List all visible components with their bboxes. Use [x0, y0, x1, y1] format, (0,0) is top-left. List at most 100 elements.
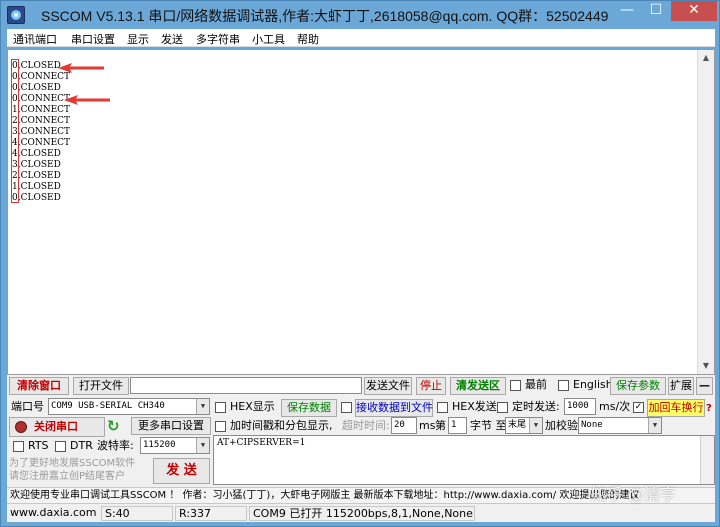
status-received-count: R:337 [175, 506, 247, 521]
receive-line: 0,CONNECT [12, 94, 71, 104]
send-scrollbar[interactable] [700, 436, 714, 484]
receive-line: 0,CLOSED [12, 193, 61, 203]
menu-display[interactable]: 显示 [127, 31, 149, 47]
port-status-icon [15, 421, 27, 433]
status-bar: www.daxia.com S:40 R:337 COM9 已打开 115200… [7, 503, 715, 522]
receive-scrollbar[interactable]: ▲ ▼ [697, 50, 714, 374]
baud-select[interactable]: 115200 ▼ [140, 437, 210, 454]
file-path-input[interactable] [130, 377, 362, 394]
hex-send-label: HEX发送 [452, 400, 497, 413]
hex-send-checkbox[interactable] [437, 402, 448, 413]
checksum-label: 加校验 [545, 419, 578, 432]
dropdown-arrow-icon[interactable]: ▼ [196, 438, 209, 453]
menu-multi-string[interactable]: 多字符串 [196, 31, 240, 47]
dropdown-arrow-icon[interactable]: ▼ [648, 418, 661, 433]
promo-line-1: 为了更好地发展SSCOM软件 [9, 458, 136, 469]
add-crlf-checkbox[interactable]: ✓ [633, 402, 644, 413]
port-value: COM9 USB-SERIAL CH340 [51, 401, 165, 411]
annotation-arrow-icon [64, 95, 110, 105]
menu-serial-settings[interactable]: 串口设置 [71, 31, 115, 47]
add-crlf-button[interactable]: 加回车换行 [647, 399, 705, 417]
interval-unit: ms/次 [599, 400, 631, 413]
send-text: AT+CIPSERVER=1 [217, 438, 306, 448]
dtr-checkbox[interactable] [55, 441, 66, 452]
control-panel: 清除窗口 打开文件 发送文件 停止 清发送区 最前 English 保存参数 扩… [7, 375, 715, 487]
more-port-settings-button[interactable]: 更多串口设置 [131, 417, 211, 435]
scroll-up-arrow-icon[interactable]: ▲ [698, 50, 714, 66]
title-bar[interactable]: SSCOM V5.13.1 串口/网络数据调试器,作者:大虾丁丁,2618058… [1, 1, 719, 29]
checksum-value: None [581, 420, 603, 430]
receive-line: 2,CONNECT [12, 116, 71, 126]
stop-button[interactable]: 停止 [416, 377, 446, 395]
port-select[interactable]: COM9 USB-SERIAL CH340 ▼ [48, 398, 210, 415]
timeout-input[interactable]: 20 [391, 417, 417, 434]
nth-input[interactable]: 1 [448, 417, 467, 434]
dropdown-arrow-icon[interactable]: ▼ [529, 418, 542, 433]
timeout-unit: ms [419, 419, 436, 432]
receive-line: 3,CLOSED [12, 160, 61, 170]
collapse-button[interactable]: — [696, 377, 713, 395]
dtr-label: DTR [70, 439, 93, 452]
timeout-label: 超时时间: [342, 419, 390, 432]
baud-value: 115200 [143, 440, 176, 450]
port-label: 端口号 [11, 400, 44, 413]
save-data-button[interactable]: 保存数据 [281, 399, 337, 417]
annotation-arrow-icon [58, 63, 104, 73]
menu-bar: 通讯端口 串口设置 显示 发送 多字符串 小工具 帮助 [7, 29, 715, 47]
end-value: 末尾 [508, 420, 527, 430]
byte-label: 字节 至 [470, 419, 507, 432]
baud-label: 波特率: [97, 439, 134, 452]
maximize-button[interactable]: ☐ [642, 1, 670, 21]
expand-button[interactable]: 扩展 [668, 377, 694, 395]
rts-label: RTS [28, 439, 49, 452]
app-window: SSCOM V5.13.1 串口/网络数据调试器,作者:大虾丁丁,2618058… [0, 0, 720, 527]
status-sent-count: S:40 [101, 506, 173, 521]
menu-send[interactable]: 发送 [161, 31, 183, 47]
minimize-button[interactable]: — [613, 1, 641, 21]
app-icon [7, 6, 25, 24]
save-params-button[interactable]: 保存参数 [610, 377, 666, 395]
hex-display-label: HEX显示 [230, 400, 275, 413]
hex-display-checkbox[interactable] [215, 402, 226, 413]
open-file-button[interactable]: 打开文件 [73, 377, 129, 395]
watermark: 知乎 @清亨 [591, 485, 677, 504]
send-button[interactable]: 发 送 [153, 458, 210, 484]
scroll-down-arrow-icon[interactable]: ▼ [698, 358, 714, 374]
english-checkbox[interactable] [558, 380, 569, 391]
checksum-select[interactable]: None ▼ [578, 417, 662, 434]
last-checkbox[interactable] [510, 380, 521, 391]
timed-send-label: 定时发送: [512, 400, 560, 413]
receive-line: 0,CLOSED [12, 83, 61, 93]
end-select[interactable]: 末尾 ▼ [505, 417, 543, 434]
rts-checkbox[interactable] [13, 441, 24, 452]
receive-line: 0,CLOSED [12, 61, 61, 71]
english-label: English [573, 378, 613, 391]
promo-line-2: 请您注册嘉立创P结尾客户 [9, 471, 126, 482]
receive-line: 3,CONNECT [12, 127, 71, 137]
timestamp-label: 加时间戳和分包显示, [230, 419, 333, 432]
refresh-icon[interactable]: ↻ [107, 419, 120, 434]
send-textarea[interactable]: AT+CIPSERVER=1 [213, 435, 715, 485]
timed-send-checkbox[interactable] [497, 402, 508, 413]
send-file-button[interactable]: 发送文件 [364, 377, 412, 395]
close-port-label: 关闭串口 [34, 420, 78, 433]
receive-line: 4,CONNECT [12, 138, 71, 148]
dropdown-arrow-icon[interactable]: ▼ [196, 399, 209, 414]
receive-area[interactable]: 0,CLOSED 0,CONNECT 0,CLOSED 0,CONNECT 1,CONN… [7, 49, 715, 375]
menu-comm-port[interactable]: 通讯端口 [13, 31, 57, 47]
recv-to-file-checkbox[interactable] [341, 402, 352, 413]
receive-line: 4,CLOSED [12, 149, 61, 159]
interval-input[interactable]: 1000 [564, 398, 596, 415]
receive-line: 0,CONNECT [12, 72, 71, 82]
nth-label: 第 [435, 419, 446, 432]
close-button[interactable]: ✕ [671, 1, 717, 21]
clear-send-button[interactable]: 清发送区 [450, 377, 506, 395]
timestamp-checkbox[interactable] [215, 421, 226, 432]
receive-line: 1,CLOSED [12, 182, 61, 192]
status-url[interactable]: www.daxia.com [7, 506, 99, 521]
recv-to-file-button[interactable]: 接收数据到文件 [355, 399, 433, 417]
clear-window-button[interactable]: 清除窗口 [9, 377, 69, 395]
close-port-button[interactable]: 关闭串口 [9, 417, 105, 437]
menu-tools[interactable]: 小工具 [252, 31, 285, 47]
menu-help[interactable]: 帮助 [297, 31, 319, 47]
